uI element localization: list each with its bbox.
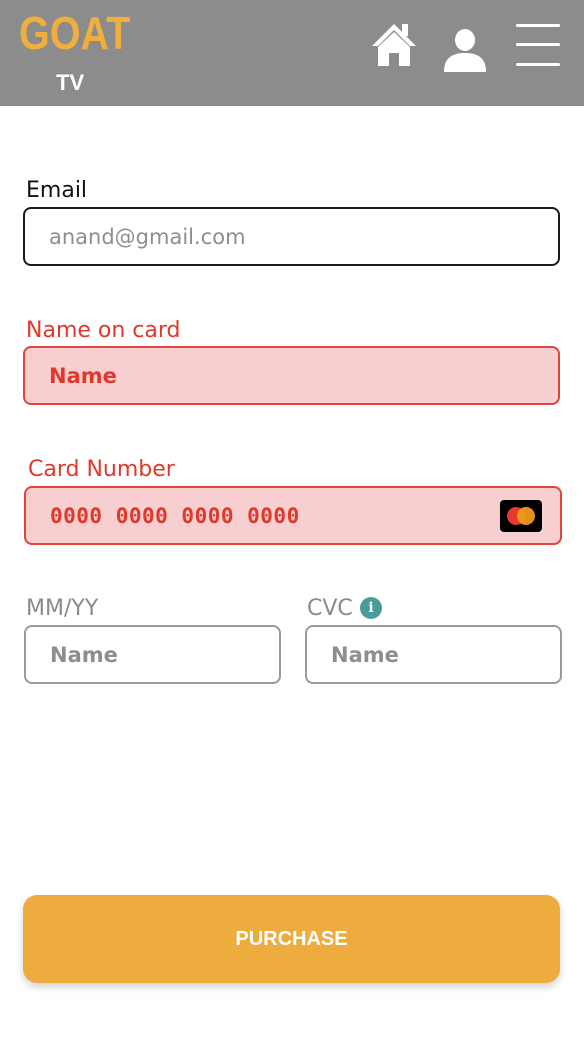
email-label: Email — [26, 178, 88, 203]
logo-goat[interactable]: GOAT — [19, 10, 130, 56]
email-field[interactable]: anand@gmail.com — [23, 207, 560, 266]
email-value: anand@gmail.com — [49, 224, 246, 249]
card-number-field[interactable]: 0000 0000 0000 0000 — [24, 486, 562, 545]
info-icon[interactable]: i — [360, 597, 382, 619]
mastercard-icon — [500, 500, 542, 532]
card-number-value: 0000 0000 0000 0000 — [50, 503, 300, 528]
expiry-label: MM/YY — [26, 596, 99, 621]
cvc-field[interactable]: Name — [305, 625, 562, 684]
name-on-card-field[interactable]: Name — [23, 346, 560, 405]
cvc-value: Name — [331, 642, 399, 667]
name-on-card-label: Name on card — [26, 318, 181, 343]
cvc-label: CVC — [307, 596, 353, 621]
logo-tv: TV — [56, 70, 85, 95]
expiry-field[interactable]: Name — [24, 625, 281, 684]
home-icon[interactable] — [370, 22, 418, 68]
user-icon[interactable] — [442, 28, 488, 72]
menu-icon[interactable] — [515, 22, 561, 68]
app-header: GOAT TV — [0, 0, 584, 106]
name-on-card-value: Name — [49, 363, 117, 388]
card-number-label: Card Number — [28, 457, 175, 482]
purchase-button[interactable]: PURCHASE — [23, 895, 560, 983]
expiry-value: Name — [50, 642, 118, 667]
